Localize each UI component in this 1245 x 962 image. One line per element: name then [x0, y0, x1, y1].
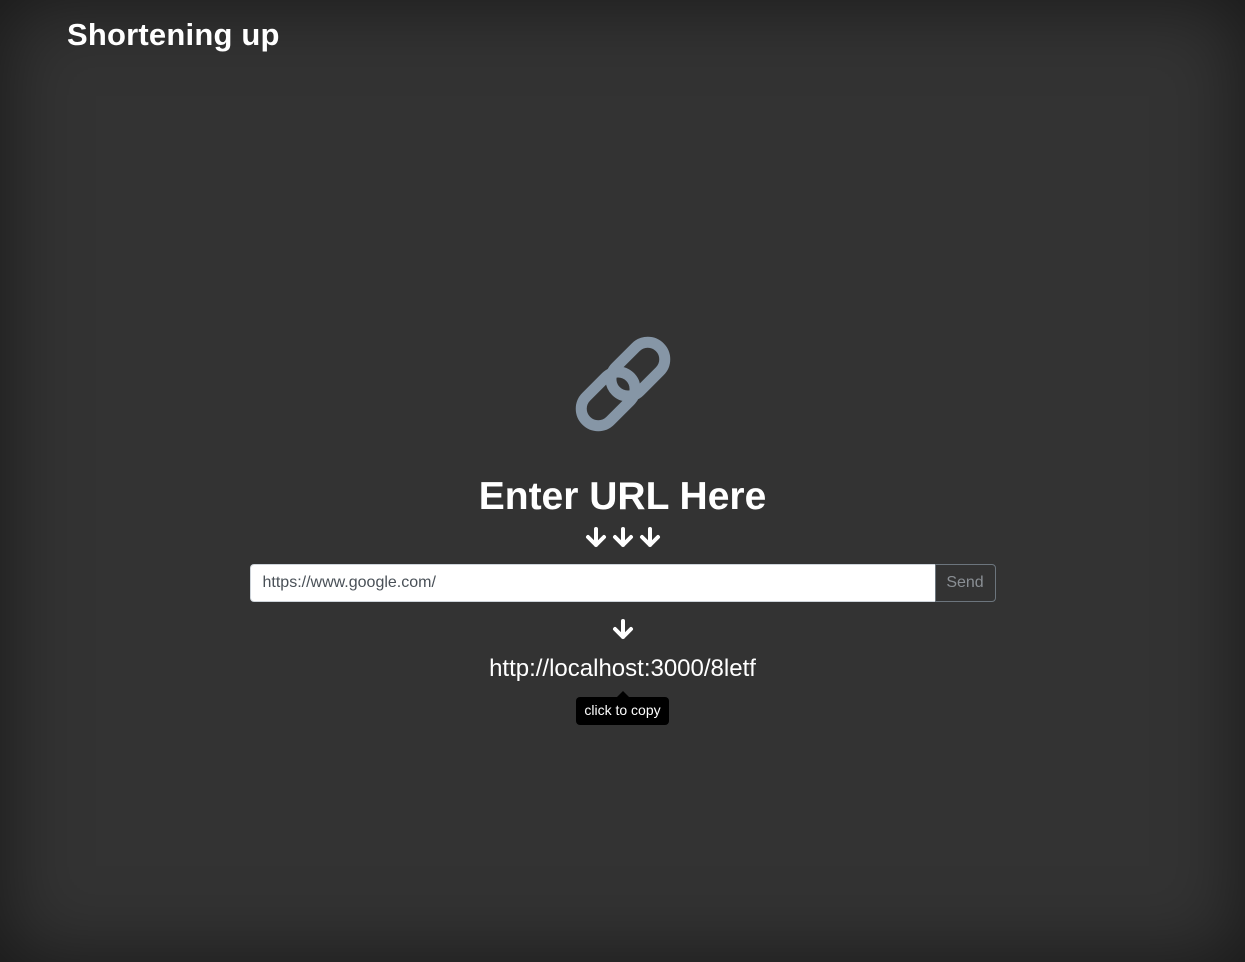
url-form: Send — [249, 563, 996, 602]
main-hero: Enter URL Here Send http://localhost:300… — [0, 322, 1245, 725]
short-url-result[interactable]: http://localhost:3000/8letf — [489, 655, 756, 682]
send-button[interactable]: Send — [934, 563, 996, 602]
arrow-down-icon — [585, 526, 606, 547]
arrow-down-icon — [612, 526, 633, 547]
arrow-down-icon — [639, 526, 660, 547]
arrow-down-icon — [612, 618, 633, 639]
url-input[interactable] — [249, 563, 935, 602]
tooltip-text: click to copy — [584, 702, 661, 719]
link-icon — [575, 336, 670, 432]
arrows-group — [584, 526, 662, 549]
copy-tooltip: click to copy — [576, 691, 669, 725]
page-title: Enter URL Here — [478, 475, 767, 518]
tooltip-arrow — [616, 691, 629, 698]
brand-link[interactable]: Shortening up — [67, 17, 280, 53]
